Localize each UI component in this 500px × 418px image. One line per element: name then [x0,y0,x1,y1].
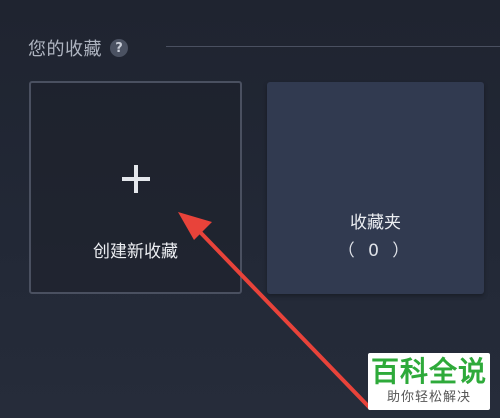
create-new-favorite-label: 创建新收藏 [93,242,178,262]
section-divider [166,46,500,47]
folder-count: （ 0 ） [337,241,414,261]
watermark-subtitle: 助你轻松解决 [386,390,471,405]
help-icon[interactable]: ? [110,39,128,57]
watermark-logo: 百科全说 助你轻松解决 [368,353,490,410]
plus-icon [121,165,150,193]
section-title: 您的收藏 [28,39,102,60]
favorites-folder-card[interactable]: 收藏夹 （ 0 ） [267,82,484,294]
section-header: 您的收藏 ? [28,34,128,62]
watermark-title: 百科全说 [370,355,487,388]
create-new-favorite-card[interactable]: 创建新收藏 [29,81,242,294]
folder-name: 收藏夹 [350,213,401,233]
